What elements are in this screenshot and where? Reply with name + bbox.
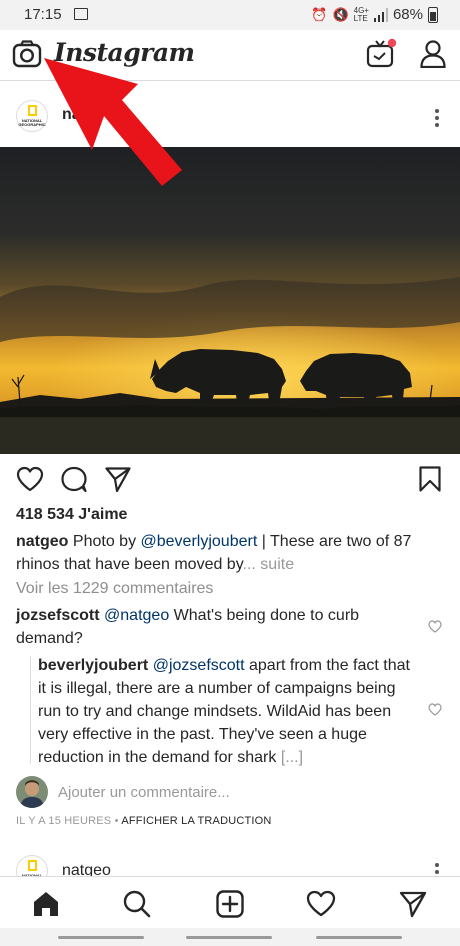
natgeo-logo-icon bbox=[28, 105, 37, 116]
system-recents-pill[interactable] bbox=[316, 936, 402, 939]
status-icons: ⏰ 🔇 4G+ LTE 68% bbox=[311, 6, 438, 23]
comment-mention[interactable]: @natgeo bbox=[104, 607, 169, 624]
instagram-logo: Instagram bbox=[54, 38, 195, 67]
home-icon[interactable] bbox=[31, 889, 61, 919]
reply-mention[interactable]: @jozsefscott bbox=[153, 657, 245, 674]
post-photo[interactable] bbox=[0, 147, 460, 454]
activity-heart-icon[interactable] bbox=[306, 889, 336, 919]
meta-separator: • bbox=[111, 815, 122, 827]
natgeo-avatar[interactable]: NATIONAL GEOGRAPHIC bbox=[16, 100, 48, 132]
reply-more-link[interactable]: [...] bbox=[281, 749, 303, 766]
battery-icon bbox=[428, 6, 438, 23]
reply-like-icon[interactable] bbox=[428, 703, 442, 716]
more-options-icon[interactable] bbox=[434, 108, 440, 128]
save-bookmark-icon[interactable] bbox=[418, 465, 442, 493]
post-username[interactable]: natgeo bbox=[62, 106, 114, 124]
post-timestamp: IL Y A 15 HEURES bbox=[16, 815, 112, 827]
battery-percent: 68% bbox=[392, 6, 423, 23]
camera-icon[interactable] bbox=[12, 40, 42, 68]
system-home-pill[interactable] bbox=[186, 936, 272, 939]
my-avatar bbox=[16, 776, 48, 808]
signal-icon bbox=[373, 7, 388, 22]
reply-username[interactable]: beverlyjoubert bbox=[38, 657, 148, 674]
add-post-icon[interactable] bbox=[215, 889, 245, 919]
caption-mention[interactable]: @beverlyjoubert bbox=[141, 533, 258, 550]
app-header: Instagram bbox=[0, 30, 460, 81]
system-back-pill[interactable] bbox=[58, 936, 144, 939]
natgeo-logo-icon bbox=[28, 860, 37, 871]
mute-icon: 🔇 bbox=[332, 6, 349, 22]
caption-username[interactable]: natgeo bbox=[16, 533, 68, 550]
reply-thread-line bbox=[30, 656, 31, 764]
comment: jozsefscott @natgeo What's being done to… bbox=[16, 604, 416, 650]
see-translation-link[interactable]: AFFICHER LA TRADUCTION bbox=[121, 815, 271, 827]
add-comment-row: Ajouter un commentaire... bbox=[16, 776, 446, 808]
post-caption: natgeo Photo by @beverlyjoubert | These … bbox=[16, 530, 446, 576]
reply-comment: beverlyjoubert @jozsefscott apart from t… bbox=[38, 654, 410, 769]
comment-bubble-icon[interactable] bbox=[60, 466, 88, 493]
alarm-icon: ⏰ bbox=[311, 6, 328, 22]
like-heart-icon[interactable] bbox=[16, 466, 44, 492]
gallery-notification-icon bbox=[74, 8, 88, 20]
igtv-icon[interactable] bbox=[366, 38, 398, 70]
likes-count[interactable]: 418 534 J'aime bbox=[16, 506, 127, 524]
status-bar: 17:15 ⏰ 🔇 4G+ LTE 68% bbox=[0, 0, 460, 30]
direct-send-icon[interactable] bbox=[398, 889, 428, 919]
comment-like-icon[interactable] bbox=[428, 620, 442, 633]
post-header: NATIONAL GEOGRAPHIC natgeo bbox=[0, 96, 460, 140]
system-navigation-bar bbox=[0, 928, 460, 946]
bottom-navigation bbox=[0, 876, 460, 929]
caption-more-link[interactable]: ... suite bbox=[243, 556, 295, 573]
comment-username[interactable]: jozsefscott bbox=[16, 607, 100, 624]
post-meta: IL Y A 15 HEURES • AFFICHER LA TRADUCTIO… bbox=[16, 815, 272, 827]
view-all-comments-link[interactable]: Voir les 1229 commentaires bbox=[16, 580, 213, 598]
share-send-icon[interactable] bbox=[104, 465, 132, 493]
caption-text-1: Photo by bbox=[72, 533, 141, 550]
status-time: 17:15 bbox=[24, 6, 62, 23]
post-actions bbox=[0, 462, 460, 496]
search-icon[interactable] bbox=[122, 889, 152, 919]
network-type: 4G+ LTE bbox=[353, 5, 369, 23]
profile-icon[interactable] bbox=[420, 40, 446, 68]
add-comment-input[interactable]: Ajouter un commentaire... bbox=[58, 784, 230, 801]
